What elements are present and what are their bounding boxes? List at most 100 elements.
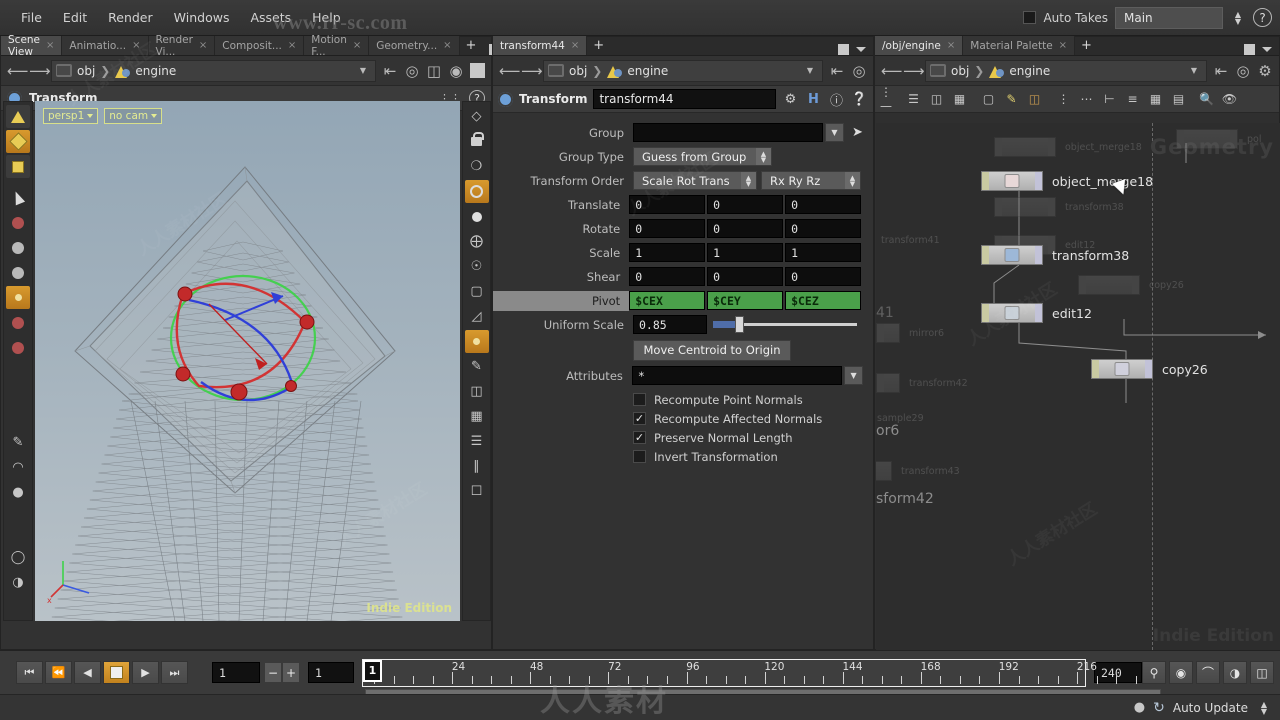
add-light-icon[interactable]: ⨁ [465, 230, 489, 253]
timeline-playhead[interactable]: 1 [363, 659, 382, 682]
tab-transform44[interactable]: transform44 × [493, 36, 588, 55]
select-diamond-icon[interactable] [6, 130, 30, 153]
recompute-affected-normals-checkbox[interactable]: ✓ [633, 412, 646, 425]
key-icon[interactable]: ⚲ [1142, 661, 1166, 684]
uniform-scale-slider[interactable] [713, 316, 857, 333]
scene-path-field[interactable]: obj ❯ engine ▼ [51, 59, 376, 82]
node-copy26[interactable]: copy26 [1091, 359, 1208, 379]
close-icon[interactable]: × [571, 40, 579, 51]
display-icon[interactable]: ◇ [465, 105, 489, 128]
select-cone-icon[interactable] [6, 105, 30, 128]
scale-y-input[interactable]: 1 [707, 243, 784, 262]
sphere-icon[interactable] [6, 236, 30, 259]
transform-order-combo[interactable]: Scale Rot Trans ▲ ▼ [633, 171, 757, 190]
help-icon[interactable]: ? [1253, 8, 1272, 27]
forward-icon[interactable]: ⟶ [521, 62, 543, 80]
notes-icon[interactable]: ✎ [1001, 89, 1022, 110]
preserve-normal-length-checkbox[interactable]: ✓ [633, 431, 646, 444]
close-icon[interactable]: × [288, 40, 296, 51]
play-icon[interactable]: ▶ [132, 661, 159, 684]
gear-icon[interactable]: ⚙ [1257, 62, 1273, 80]
chevron-down-icon[interactable] [856, 47, 866, 52]
group-picker-icon[interactable]: ➤ [852, 125, 863, 140]
take-spinner[interactable]: ▲ ▼ [1230, 7, 1246, 29]
chevron-down-icon[interactable]: ▼ [802, 66, 818, 75]
grid-icon[interactable]: ▤ [1168, 89, 1189, 110]
curve-icon[interactable]: ⌒ [1196, 661, 1220, 684]
group-dropdown-icon[interactable]: ▼ [825, 123, 844, 142]
info-icon[interactable]: ⓘ [828, 90, 845, 109]
align-left-icon[interactable]: ⊢ [1099, 89, 1120, 110]
auto-takes-checkbox[interactable] [1023, 11, 1037, 24]
place-light-icon[interactable]: ☉ [465, 255, 489, 278]
pin-icon[interactable]: ⇤ [382, 62, 398, 80]
rotate-x-input[interactable]: 0 [629, 219, 706, 238]
tab-scene-view[interactable]: Scene View × [1, 34, 63, 58]
gear-icon[interactable]: ⚙ [782, 92, 799, 107]
close-icon[interactable]: × [443, 40, 451, 51]
chevron-down-icon[interactable]: ▼ [355, 66, 371, 75]
scale-z-input[interactable]: 1 [785, 243, 861, 262]
chevron-down-icon[interactable]: ▼ [1186, 66, 1202, 75]
move-tool-icon[interactable] [6, 286, 30, 309]
chevron-down-icon[interactable] [1262, 47, 1272, 52]
network-path-field[interactable]: obj ❯ engine ▼ [925, 59, 1207, 82]
add-tab-icon[interactable]: + [1075, 36, 1098, 55]
recompute-point-normals-checkbox[interactable] [633, 393, 646, 406]
pointer-icon[interactable] [6, 186, 30, 209]
grid-icon[interactable]: ▦ [465, 405, 489, 428]
distribute-icon[interactable]: ≡ [1122, 89, 1143, 110]
select-square-icon[interactable] [6, 155, 30, 178]
pivot-y-input[interactable]: $CEY [707, 291, 784, 310]
shear-z-input[interactable]: 0 [785, 267, 861, 286]
display-flag-icon[interactable]: 👁 [1219, 89, 1240, 110]
spinner-icon[interactable]: ▲ ▼ [741, 172, 756, 189]
forward-icon[interactable]: ⟶ [903, 62, 925, 80]
translate-x-input[interactable]: 0 [629, 195, 706, 214]
frame-icon[interactable]: ☐ [465, 480, 489, 503]
handles-icon[interactable] [6, 211, 30, 234]
menu-windows[interactable]: Windows [165, 6, 239, 29]
display-point-icon[interactable] [464, 330, 489, 353]
timeline-ruler[interactable]: 24 48 72 96 120 144 168 192 216 1 [362, 658, 1161, 698]
shear-y-input[interactable]: 0 [707, 267, 784, 286]
jump-start-icon[interactable]: ⏮ [16, 661, 43, 684]
close-icon[interactable]: × [132, 40, 140, 51]
stop-icon[interactable] [103, 661, 130, 684]
close-icon[interactable]: × [1059, 40, 1067, 51]
rotate-z-input[interactable]: 0 [785, 219, 861, 238]
snapshot-icon[interactable]: ◫ [1250, 661, 1274, 684]
pivot-icon[interactable] [6, 261, 30, 284]
node-body[interactable] [981, 303, 1043, 323]
add-tab-icon[interactable]: + [587, 36, 610, 55]
node-body[interactable] [981, 245, 1043, 265]
pivot-z-input[interactable]: $CEZ [785, 291, 861, 310]
ortho-icon[interactable]: ◫ [465, 380, 489, 403]
paint-icon[interactable]: ✎ [6, 431, 30, 454]
target-icon[interactable]: ◎ [851, 62, 867, 80]
grouping-icon[interactable]: ▢ [465, 280, 489, 303]
close-icon[interactable]: × [353, 40, 361, 51]
menu-render[interactable]: Render [99, 6, 162, 29]
box-icon[interactable]: ◫ [1024, 89, 1045, 110]
measure-icon[interactable]: ◯ [6, 546, 30, 569]
node-transform38[interactable]: transform38 [981, 245, 1129, 265]
step-back-icon[interactable]: ⏪ [45, 661, 72, 684]
update-mode-spinner[interactable]: ▲ ▼ [1256, 697, 1272, 719]
slider-handle[interactable] [735, 316, 744, 333]
maximize-icon[interactable] [838, 44, 849, 55]
paintbrush-icon[interactable]: ✎ [465, 355, 489, 378]
shear-x-input[interactable]: 0 [629, 267, 706, 286]
disable-icon[interactable]: ❍ [465, 155, 489, 178]
frame-decrement-button[interactable]: − [264, 662, 282, 683]
brush-icon[interactable]: ● [6, 481, 30, 504]
magnet-icon[interactable]: ◠ [6, 456, 30, 479]
forward-icon[interactable]: ⟶ [29, 62, 51, 80]
tab-animation-editor[interactable]: Animatio... × [62, 36, 149, 55]
shapes-icon[interactable]: ◉ [448, 62, 464, 80]
houdini-h-icon[interactable]: H [805, 92, 822, 107]
pin-icon[interactable]: ⇤ [829, 62, 845, 80]
box-display-icon[interactable]: ◫ [426, 62, 442, 80]
snap-icon[interactable]: ◿ [465, 305, 489, 328]
play-reverse-icon[interactable]: ◀ [74, 661, 101, 684]
